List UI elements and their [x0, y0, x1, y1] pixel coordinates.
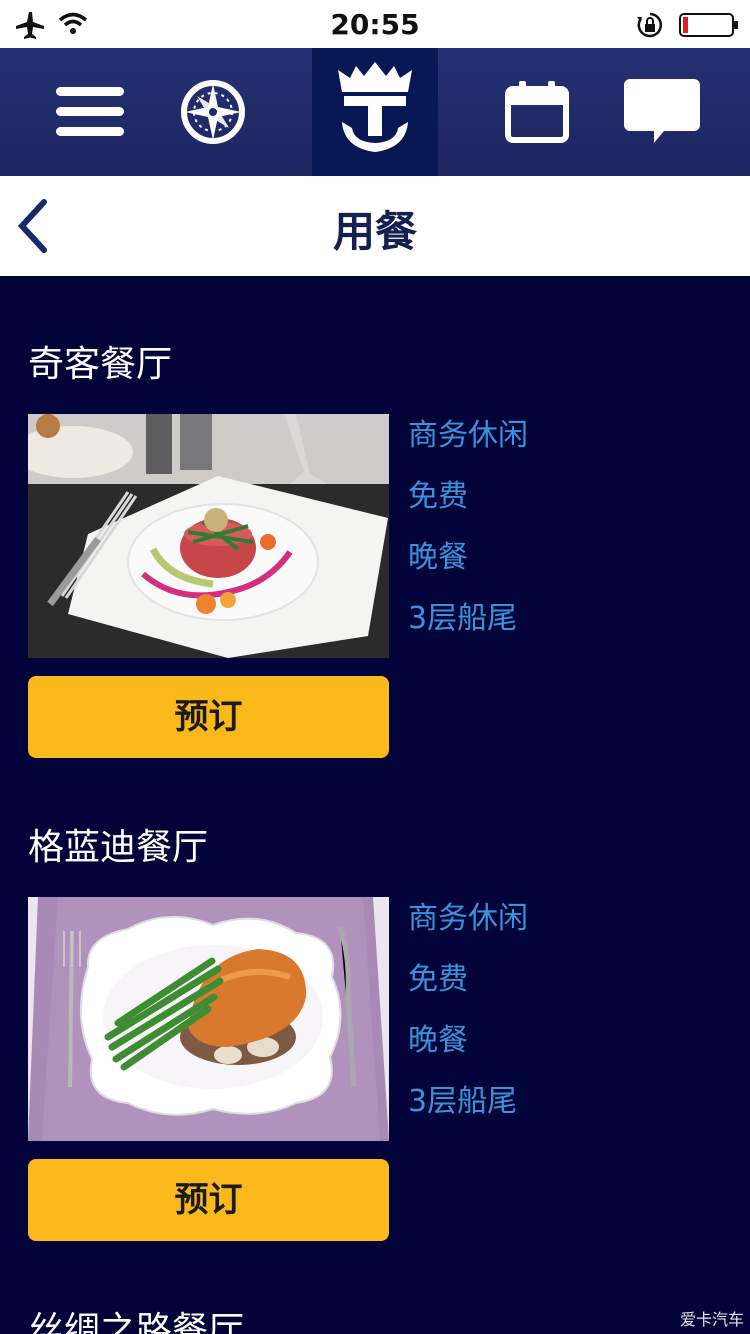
- calendar-icon: [505, 81, 569, 143]
- book-button[interactable]: 预订: [28, 676, 389, 758]
- chat-bubble-icon: [624, 79, 700, 143]
- restaurant-photo[interactable]: [28, 414, 389, 658]
- restaurant-list[interactable]: 奇客餐厅 商务休闲 免费 晚餐 3层船尾 预订 格蓝迪餐厅 商务休闲 免费 晚餐…: [0, 276, 750, 1334]
- calendar-button[interactable]: [492, 48, 582, 176]
- status-bar: 20:55: [0, 0, 750, 48]
- menu-button[interactable]: [40, 48, 140, 176]
- restaurant-card: 格蓝迪餐厅 商务休闲 免费 晚餐 3层船尾 预订: [28, 823, 722, 1241]
- restaurant-name: 格蓝迪餐厅: [28, 827, 209, 868]
- crown-anchor-logo-icon: [338, 62, 412, 152]
- restaurant-card: 奇客餐厅 商务休闲 免费 晚餐 3层船尾 预订: [28, 340, 722, 758]
- dress-code-text: 商务休闲: [408, 418, 528, 453]
- meal-time-text: 晚餐: [408, 1023, 468, 1058]
- restaurant-name: 丝绸之路餐厅: [28, 1310, 245, 1334]
- restaurant-details: 商务休闲 免费 晚餐 3层船尾: [408, 416, 708, 660]
- page-title: 用餐: [332, 207, 417, 256]
- dish-photo-tartare: [28, 414, 389, 658]
- dish-photo-chicken: [28, 897, 389, 1141]
- top-nav-bar: [0, 48, 750, 176]
- dress-code-text: 商务休闲: [408, 901, 528, 936]
- restaurant-name: 奇客餐厅: [28, 344, 173, 385]
- location-text: 3层船尾: [408, 601, 518, 636]
- restaurant-details: 商务休闲 免费 晚餐 3层船尾: [408, 899, 708, 1143]
- location-text: 3层船尾: [408, 1084, 518, 1119]
- meal-time-text: 晚餐: [408, 540, 468, 575]
- title-bar: 用餐: [0, 176, 750, 276]
- book-button[interactable]: 预订: [28, 1159, 389, 1241]
- battery-icon: [679, 12, 739, 42]
- compass-icon: [181, 80, 245, 144]
- home-logo-button[interactable]: [312, 48, 438, 176]
- restaurant-photo[interactable]: [28, 897, 389, 1141]
- watermark: 爱卡汽车: [679, 1310, 744, 1329]
- price-text: 免费: [408, 479, 468, 514]
- rotation-lock-icon: [636, 11, 664, 43]
- explore-button[interactable]: [168, 48, 258, 176]
- price-text: 免费: [408, 962, 468, 997]
- messages-button[interactable]: [614, 48, 710, 176]
- hamburger-menu-icon: [56, 87, 124, 136]
- restaurant-card: 丝绸之路餐厅: [28, 1306, 722, 1334]
